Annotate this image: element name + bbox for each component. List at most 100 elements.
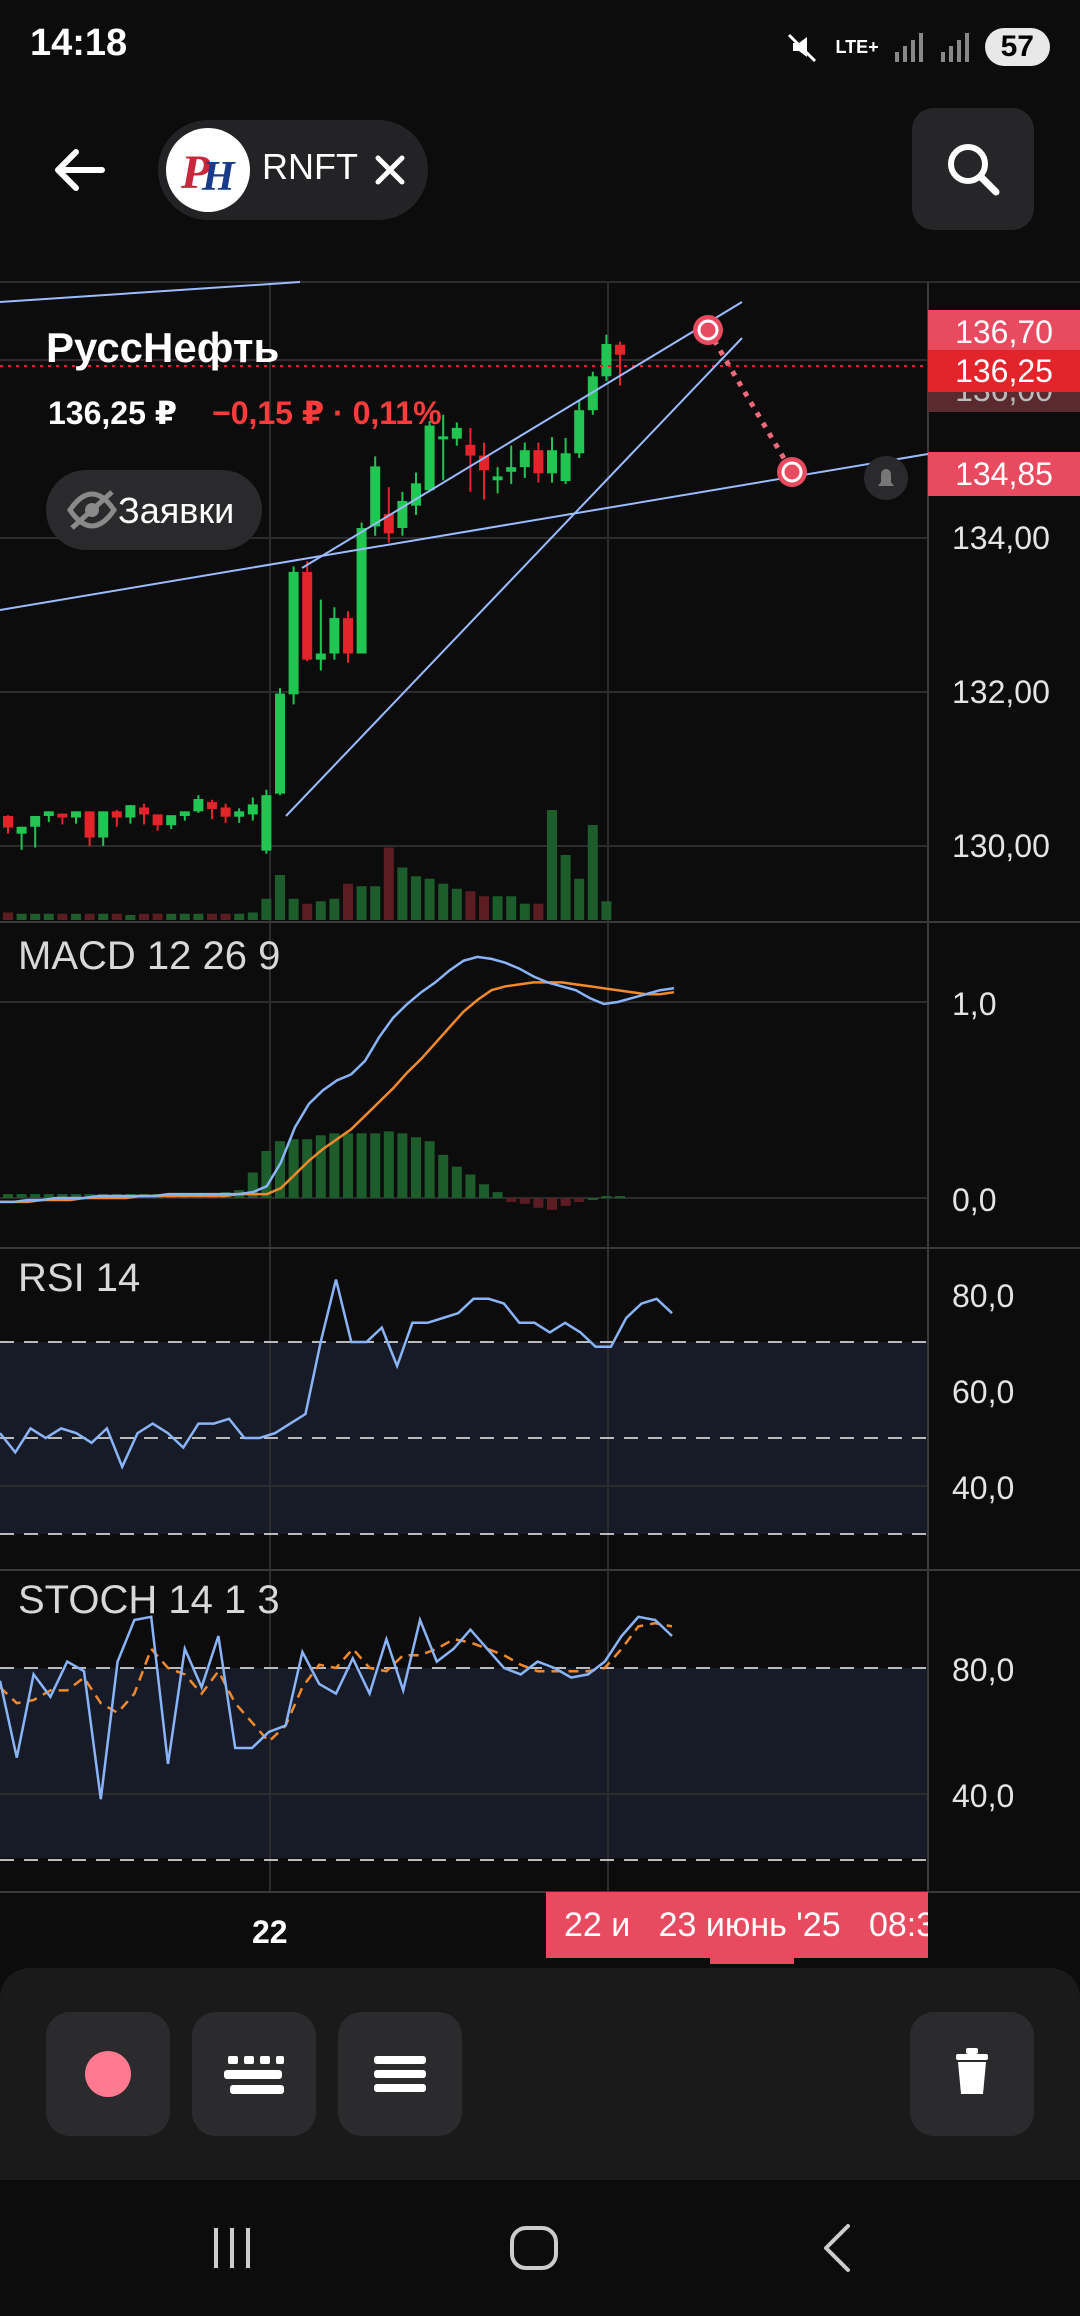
macd-histogram-bar [492,1192,503,1198]
candle-body [125,805,136,818]
time-cursor-label: 22 и 23 июнь '25 08:3( [546,1892,928,1958]
candle-body [356,527,367,654]
candle-body [615,344,625,355]
rsi-axis-label: 60,0 [952,1374,1015,1410]
volume-bar [288,898,299,920]
macd-histogram-bar [411,1137,421,1198]
candle-body [111,811,122,818]
svg-text:H: H [201,154,236,200]
back-button[interactable] [40,130,120,210]
candle-body [152,814,163,826]
volume-bar [207,913,217,920]
search-icon [948,144,1000,196]
home-icon[interactable] [504,2218,564,2278]
macd-histogram-bar [587,1198,598,1200]
macd-histogram-bar [560,1198,571,1206]
stoch-axis-label: 40,0 [952,1778,1015,1814]
candle-body [179,811,190,816]
macd-histogram-bar [302,1139,313,1198]
volume-bar [343,883,353,920]
volume-bar [220,913,231,920]
volume-bar [30,913,41,920]
ticker-label: RNFT [262,146,358,187]
candle-body [574,410,585,454]
hamburger-icon [374,2056,426,2092]
price-axis-label: 130,00 [952,828,1050,864]
price-axis-label: 134,00 [952,520,1050,556]
candle-body [492,476,503,481]
volume-bar [152,913,163,920]
record-button[interactable] [46,2012,170,2136]
volume-bar [234,913,245,920]
delete-button[interactable] [910,2012,1034,2136]
candle-body [139,807,149,815]
volume-bar [193,913,204,920]
macd-histogram-bar [533,1198,544,1208]
volume-bar [370,886,381,920]
candle-body [98,811,109,838]
macd-histogram-bar [315,1135,326,1198]
volume-bar [411,876,421,920]
candle-body [275,693,285,794]
macd-histogram-bar [3,1194,13,1198]
volume-bar [479,896,489,920]
orders-label: Заявки [118,490,235,531]
candle-body [207,802,217,810]
search-button[interactable] [912,108,1034,230]
macd-histogram-bar [16,1194,27,1198]
macd-axis-label: 1,0 [952,986,997,1022]
candle-body [261,795,272,851]
volume-bar [16,913,27,920]
volume-bar [519,903,530,920]
macd-histogram-bar [343,1133,353,1198]
volume-bar [139,913,149,920]
rsi-title: RSI 14 [18,1256,141,1300]
volume-bar [302,903,313,920]
volume-bar [547,810,557,920]
candle-body [506,467,517,472]
volume-bar [465,891,476,920]
candle-body [343,618,353,654]
rsi-axis-label: 80,0 [952,1278,1015,1314]
volume-bar [438,883,449,920]
volume-bar [43,913,54,920]
volume-bar [261,898,272,920]
macd-histogram-bar [397,1133,408,1198]
record-dot-icon [85,2051,131,2097]
volume-bar [533,903,544,920]
trash-icon [956,2048,988,2094]
close-icon[interactable] [368,148,412,192]
stoch-title: STOCH 14 1 3 [18,1578,280,1622]
volume-bar [424,878,435,920]
candle-body [302,571,313,660]
candle-body [315,653,326,660]
mute-icon [788,33,817,63]
candle-body [329,618,340,654]
volume-bar [329,898,340,920]
candle-body [424,425,435,491]
macd-axis-label: 0,0 [952,1182,997,1218]
volume-bar [71,913,81,920]
candle-body [451,427,462,439]
macd-histogram-bar [506,1198,517,1202]
trend-line [301,301,743,569]
macd-histogram-bar [30,1194,41,1198]
volume-bar [247,912,258,920]
volume-bar [383,847,394,920]
price-tag-current: 136,25 [928,350,1080,392]
volume-bar [587,825,598,920]
volume-bar [574,878,585,920]
candle-body [16,826,27,834]
recents-icon[interactable] [202,2218,262,2278]
indicators-button[interactable] [192,2012,316,2136]
volume-bar [98,913,109,920]
candle-body [234,811,245,817]
volume-bar [601,901,612,920]
candle-body [288,571,299,695]
volume-bar [315,901,326,920]
volume-bar [275,875,285,920]
back-nav-icon[interactable] [808,2218,868,2278]
menu-button[interactable] [338,2012,462,2136]
macd-histogram-bar [574,1198,585,1202]
volume-bar [451,888,462,920]
